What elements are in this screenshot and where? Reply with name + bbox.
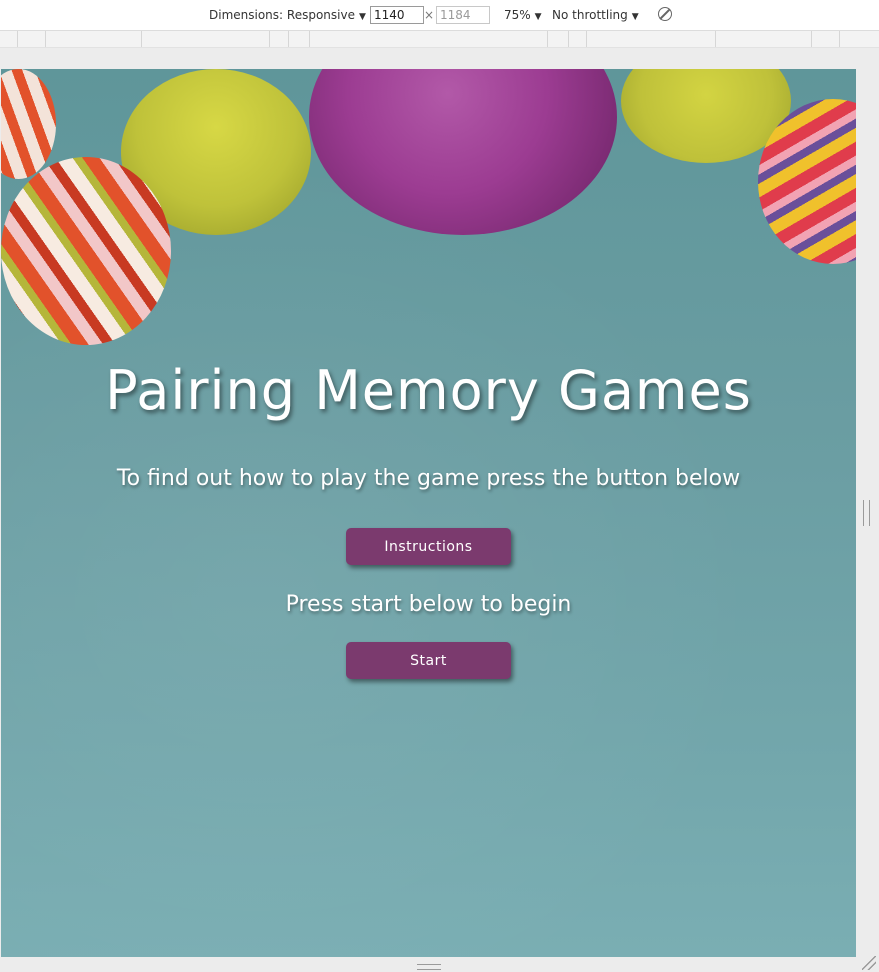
dimensions-label: Dimensions: Responsive xyxy=(209,8,355,22)
viewport-gap xyxy=(0,48,879,68)
felt-ball-image xyxy=(309,69,617,235)
resize-handle-bottom[interactable] xyxy=(417,964,441,970)
caret-down-icon: ▼ xyxy=(631,12,639,22)
zoom-label: 75% xyxy=(504,8,531,22)
dimensions-dropdown[interactable]: Dimensions: Responsive ▼ xyxy=(209,8,366,22)
zoom-dropdown[interactable]: 75% ▼ xyxy=(504,8,542,22)
rotate-icon[interactable] xyxy=(658,7,672,21)
caret-down-icon: ▼ xyxy=(534,12,542,22)
resize-handle-corner[interactable] xyxy=(862,956,876,970)
throttling-dropdown[interactable]: No throttling ▼ xyxy=(552,8,639,22)
start-prompt: Press start below to begin xyxy=(285,592,572,617)
page-title: Pairing Memory Games xyxy=(105,359,752,422)
media-query-ruler[interactable] xyxy=(0,31,879,48)
felt-ball-image xyxy=(1,69,56,179)
devtools-toolbar: Dimensions: Responsive ▼ 1140 × 1184 75% ▼… xyxy=(0,0,879,31)
resize-handle-right[interactable] xyxy=(863,500,870,526)
instructions-prompt: To find out how to play the game press t… xyxy=(116,466,741,491)
width-input[interactable]: 1140 xyxy=(370,6,424,24)
height-input[interactable]: 1184 xyxy=(436,6,490,24)
instructions-button[interactable]: Instructions xyxy=(346,528,511,565)
start-button[interactable]: Start xyxy=(346,642,511,679)
page-viewport: Pairing Memory Games To find out how to … xyxy=(1,69,856,957)
throttling-label: No throttling xyxy=(552,8,628,22)
felt-ball-image xyxy=(1,157,171,345)
dimension-separator: × xyxy=(424,8,435,22)
caret-down-icon: ▼ xyxy=(358,12,366,22)
